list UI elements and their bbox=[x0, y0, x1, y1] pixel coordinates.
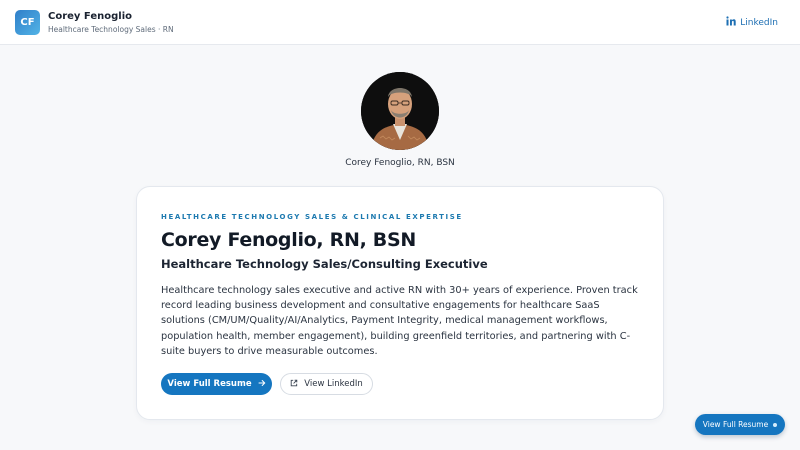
profile-photo bbox=[361, 72, 439, 150]
card-summary: Healthcare technology sales executive an… bbox=[161, 285, 638, 357]
floating-resume-label: View Full Resume bbox=[702, 420, 769, 429]
logo-badge[interactable]: CF bbox=[15, 10, 40, 35]
profile-caption: Corey Fenoglio, RN, BSN bbox=[345, 158, 455, 168]
dot-icon bbox=[773, 422, 778, 427]
view-linkedin-button[interactable]: View LinkedIn bbox=[280, 373, 373, 395]
view-linkedin-label: View LinkedIn bbox=[304, 379, 363, 389]
header-linkedin-label: LinkedIn bbox=[740, 17, 778, 28]
linkedin-icon bbox=[726, 16, 736, 29]
view-full-resume-label: View Full Resume bbox=[167, 379, 252, 389]
view-full-resume-button[interactable]: View Full Resume bbox=[161, 373, 272, 395]
external-link-icon bbox=[290, 379, 298, 390]
floating-resume-button[interactable]: View Full Resume bbox=[695, 414, 785, 435]
site-name: Corey Fenoglio bbox=[48, 11, 133, 22]
header-linkedin-link[interactable]: LinkedIn bbox=[726, 16, 778, 29]
card-subheadline: Healthcare Technology Sales/Consulting E… bbox=[161, 257, 488, 271]
top-bar: CF Corey Fenoglio Healthcare Technology … bbox=[0, 0, 800, 45]
intro-card: HEALTHCARE TECHNOLOGY SALES & CLINICAL E… bbox=[136, 186, 664, 420]
card-headline: Corey Fenoglio, RN, BSN bbox=[161, 229, 416, 251]
card-eyebrow: HEALTHCARE TECHNOLOGY SALES & CLINICAL E… bbox=[161, 213, 463, 221]
site-tagline: Healthcare Technology Sales · RN bbox=[48, 25, 174, 34]
arrow-right-icon bbox=[258, 379, 266, 390]
